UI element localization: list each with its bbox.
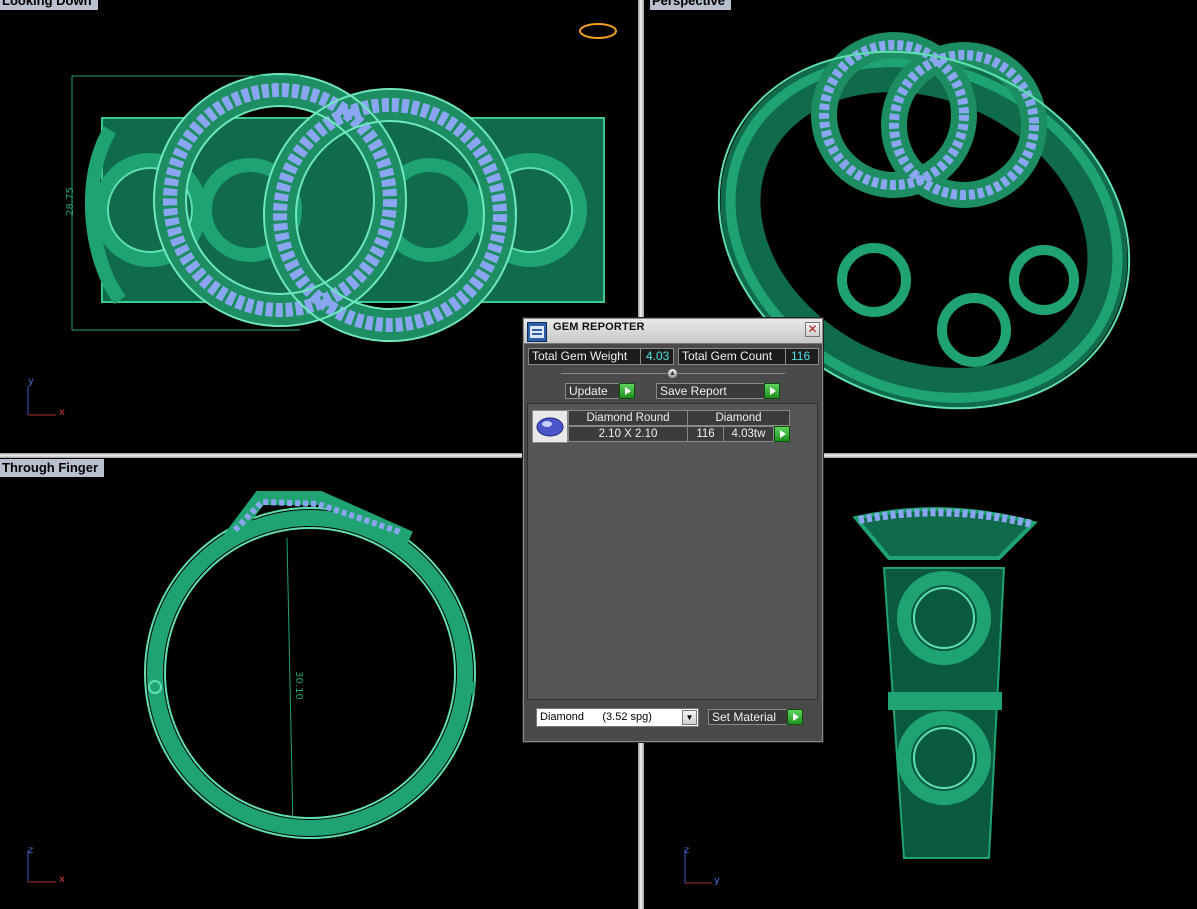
total-gem-count-value: 116 — [785, 348, 819, 365]
gem-reporter-icon — [527, 322, 547, 342]
gem-list[interactable] — [527, 403, 818, 700]
dialog-title: GEM REPORTER — [553, 321, 645, 333]
gem-row-action-button[interactable] — [773, 426, 790, 442]
viewport-label[interactable]: Through Finger — [0, 459, 105, 477]
viewport-label[interactable]: Looking Down — [0, 0, 98, 10]
gem-count-cell: 116 — [687, 426, 724, 442]
chevron-up-icon: ▲ — [669, 370, 676, 377]
gem-material-cell: Diamond — [687, 410, 790, 426]
total-gem-count-field: Total Gem Count 116 — [678, 348, 819, 365]
dimension-label: 30.10 — [292, 671, 304, 700]
gem-thumbnail — [532, 410, 568, 443]
total-gem-count-label: Total Gem Count — [682, 349, 773, 363]
total-gem-weight-label: Total Gem Weight — [532, 349, 628, 363]
dialog-titlebar[interactable]: GEM REPORTER ✕ — [524, 319, 822, 344]
play-icon — [619, 383, 635, 399]
gem-weight-cell: 4.03tw — [723, 426, 774, 442]
axis-x-label: x — [59, 407, 65, 418]
save-report-button[interactable]: Save Report — [656, 383, 780, 399]
update-button[interactable]: Update — [565, 383, 635, 399]
play-icon — [764, 383, 780, 399]
axis-y-label: y — [28, 376, 34, 387]
viewport-label[interactable]: Perspective — [650, 0, 731, 10]
gem-reporter-dialog: GEM REPORTER ✕ Total Gem Weight 4.03 Tot… — [523, 318, 823, 742]
update-label: Update — [569, 384, 608, 398]
total-gem-weight-value: 4.03 — [640, 348, 674, 365]
axis-x-label: x — [59, 874, 65, 885]
save-report-label: Save Report — [660, 384, 727, 398]
axis-y-label: y — [714, 875, 720, 886]
gem-shape-cell: Diamond Round — [568, 410, 688, 426]
close-button[interactable]: ✕ — [805, 322, 820, 337]
cad-application: Looking Down 28.75 y x Perspective Throu… — [0, 0, 1197, 909]
play-icon — [787, 709, 803, 725]
axis-z-label: z — [28, 845, 34, 856]
set-material-label: Set Material — [712, 710, 777, 724]
axis-z-label: z — [684, 845, 690, 856]
material-select[interactable]: Diamond (3.52 spg) ▼ — [536, 708, 699, 727]
gem-size-cell: 2.10 X 2.10 — [568, 426, 688, 442]
material-select-value: Diamond (3.52 spg) — [540, 711, 652, 723]
collapse-toggle[interactable]: ▲ — [667, 368, 678, 379]
close-icon: ✕ — [807, 322, 818, 336]
play-icon — [774, 426, 790, 442]
set-material-button[interactable]: Set Material — [708, 709, 803, 725]
dimension-label: 28.75 — [64, 187, 76, 216]
chevron-down-icon[interactable]: ▼ — [682, 710, 697, 725]
total-gem-weight-field: Total Gem Weight 4.03 — [528, 348, 674, 365]
